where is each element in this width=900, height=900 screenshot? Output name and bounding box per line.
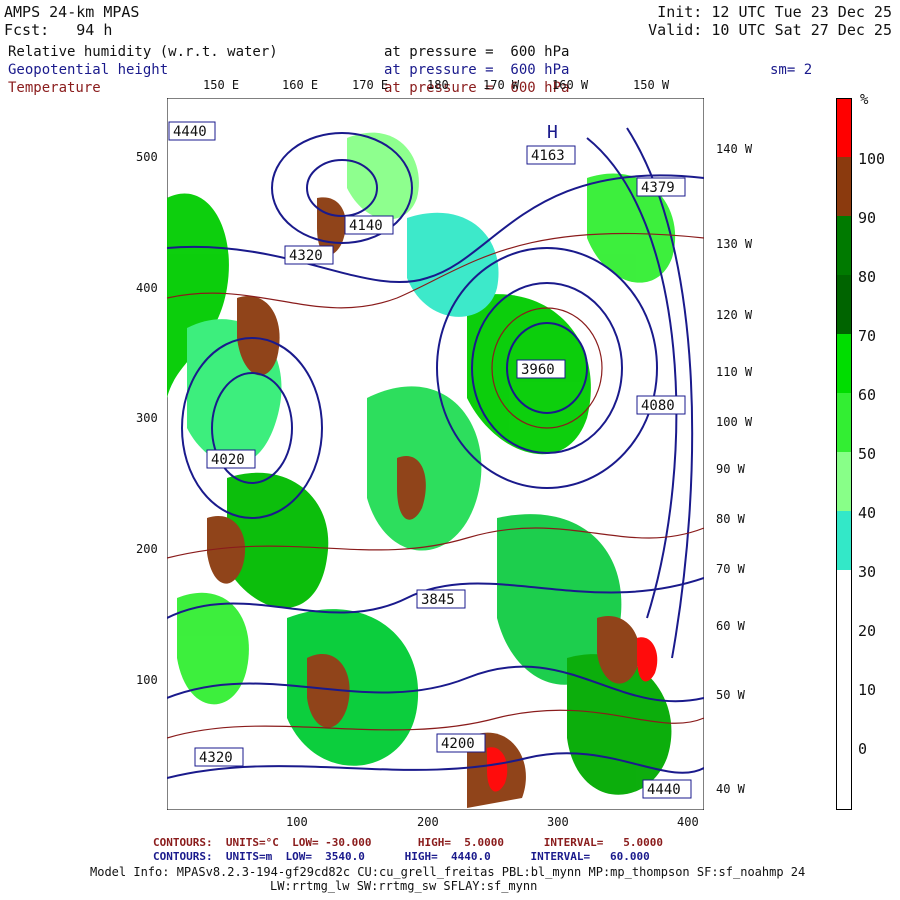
lon-label: 170 W — [483, 78, 520, 92]
x-tick: 100 — [286, 815, 308, 829]
colorbar-label: 20 — [858, 622, 877, 640]
lat-label: 70 W — [716, 562, 745, 576]
y-tick: 100 — [136, 673, 158, 687]
field-name-height: Geopotential height — [8, 62, 169, 78]
smoothing-label: sm= 2 — [770, 62, 813, 78]
temp-contour-info: CONTOURS: UNITS=°C LOW= -30.000 HIGH= 5.… — [153, 836, 663, 849]
lat-label: 140 W — [716, 142, 753, 156]
lon-label: 160 E — [282, 78, 319, 92]
height-label: 4320 — [199, 750, 233, 766]
fcst-label: Fcst: — [4, 21, 50, 39]
lat-label: 60 W — [716, 619, 745, 633]
field-level-temp: at pressure = 600 hPa — [384, 80, 570, 96]
height-label: 4200 — [441, 736, 475, 752]
height-label: 3960 — [521, 362, 555, 378]
colorbar-unit: % — [860, 92, 869, 108]
lon-label: 180 — [427, 78, 449, 92]
height-label: 4163 — [531, 148, 565, 164]
field-name-temp: Temperature — [8, 80, 101, 96]
y-tick: 400 — [136, 281, 158, 295]
colorbar-label: 10 — [858, 681, 877, 699]
lat-label: 40 W — [716, 782, 745, 796]
x-tick: 200 — [417, 815, 439, 829]
model-info-line1: Model Info: MPASv8.2.3-194-gf29cd82c CU:… — [90, 865, 806, 879]
colorbar-label: 40 — [858, 504, 877, 522]
forecast-label: Fcst: 94 h — [4, 22, 112, 38]
lat-label: 90 W — [716, 462, 745, 476]
model-info-line2: LW:rrtmg_lw SW:rrtmg_sw SFLAY:sf_mynn — [270, 879, 538, 893]
colorbar-label: 70 — [858, 327, 877, 345]
colorbar-label: 0 — [858, 740, 868, 758]
lat-label: 80 W — [716, 512, 745, 526]
height-label: 4440 — [647, 782, 681, 798]
lon-label: 170 E — [352, 78, 389, 92]
height-label: 4080 — [641, 398, 675, 414]
valid-time: Valid: 10 UTC Sat 27 Dec 25 — [648, 21, 892, 39]
colorbar — [836, 98, 852, 810]
map-panel: 4440 4163 4379 4320 4140 3960 4020 3845 … — [167, 98, 704, 810]
x-tick: 300 — [547, 815, 569, 829]
lon-label: 150 E — [203, 78, 240, 92]
lon-label: 150 W — [633, 78, 670, 92]
colorbar-label: 50 — [858, 445, 877, 463]
height-contour-info: CONTOURS: UNITS=m LOW= 3540.0 HIGH= 4440… — [153, 850, 650, 863]
model-title: AMPS 24-km MPAS — [4, 3, 140, 21]
colorbar-label: 60 — [858, 386, 877, 404]
colorbar-label: 100 — [858, 150, 886, 168]
y-tick: 200 — [136, 542, 158, 556]
field-name-rh: Relative humidity (w.r.t. water) — [8, 44, 278, 60]
fcst-hours: 94 h — [76, 21, 113, 39]
lat-label: 130 W — [716, 237, 753, 251]
height-label: 4440 — [173, 124, 207, 140]
field-level-height: at pressure = 600 hPa — [384, 62, 570, 78]
y-tick: 500 — [136, 150, 158, 164]
lon-label: 160 W — [552, 78, 589, 92]
colorbar-label: 80 — [858, 268, 877, 286]
height-label: 4020 — [211, 452, 245, 468]
lat-label: 110 W — [716, 365, 753, 379]
height-label: 4379 — [641, 180, 675, 196]
high-pressure-label: H — [547, 122, 558, 143]
field-level-rh: at pressure = 600 hPa — [384, 44, 570, 60]
x-tick: 400 — [677, 815, 699, 829]
colorbar-label: 90 — [858, 209, 877, 227]
height-label: 4320 — [289, 248, 323, 264]
init-time: Init: 12 UTC Tue 23 Dec 25 — [657, 3, 892, 21]
colorbar-label: 30 — [858, 563, 877, 581]
height-label: 3845 — [421, 592, 455, 608]
y-tick: 300 — [136, 411, 158, 425]
lat-label: 120 W — [716, 308, 753, 322]
lat-label: 50 W — [716, 688, 745, 702]
lat-label: 100 W — [716, 415, 753, 429]
height-label: 4140 — [349, 218, 383, 234]
